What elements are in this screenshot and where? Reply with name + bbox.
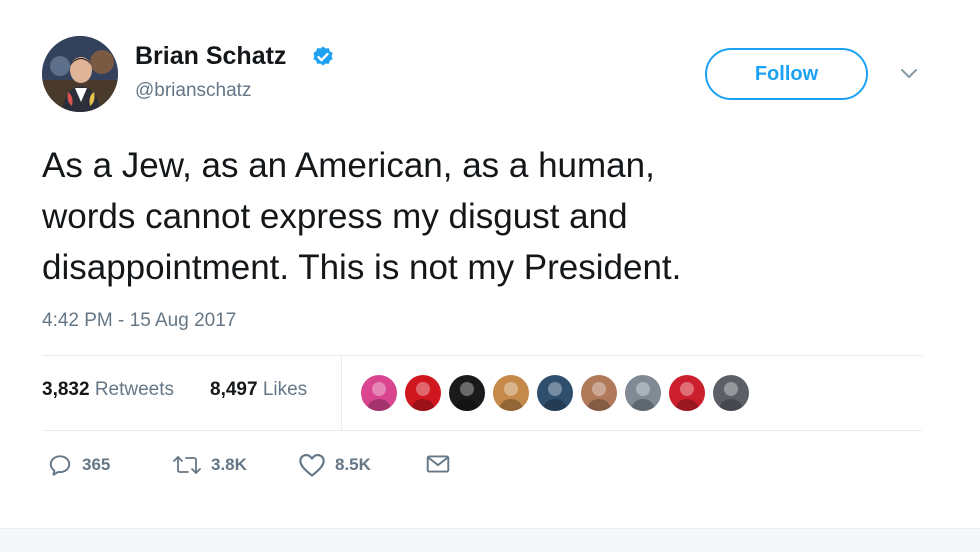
stats-separator	[341, 356, 342, 430]
retweets-label: Retweets	[94, 379, 175, 400]
tweet-card: Brian Schatz @brianschatz Follow As a Je…	[0, 0, 980, 528]
author-handle[interactable]: @brianschatz	[135, 80, 251, 102]
envelope-icon	[426, 455, 450, 473]
like-count: 8.5K	[335, 455, 371, 474]
tweet-line: words cannot express my disgust and	[42, 197, 628, 236]
direct-message-action[interactable]	[425, 452, 451, 476]
retweet-count: 3.8K	[211, 455, 247, 474]
reply-icon	[49, 455, 71, 476]
liker-avatar[interactable]	[711, 373, 751, 413]
reply-action[interactable]: 365	[47, 452, 110, 478]
divider	[42, 355, 922, 356]
follow-button[interactable]: Follow	[705, 48, 868, 100]
liker-avatar[interactable]	[623, 373, 663, 413]
tweet-line: disappointment. This is not my President…	[42, 248, 682, 287]
chevron-down-icon[interactable]	[898, 66, 920, 82]
retweets-count: 3,832	[42, 379, 90, 400]
tweet-timestamp[interactable]: 4:42 PM - 15 Aug 2017	[42, 310, 236, 332]
author-avatar[interactable]	[42, 36, 118, 112]
tweet-text: As a Jew, as an American, as a human, wo…	[42, 140, 942, 293]
liker-avatar[interactable]	[403, 373, 443, 413]
retweet-icon	[173, 456, 201, 474]
footer-band	[0, 528, 980, 552]
liker-avatar[interactable]	[491, 373, 531, 413]
like-action[interactable]: 8.5K	[298, 452, 371, 478]
likes-stat[interactable]: 8,497 Likes	[210, 379, 307, 401]
liker-avatar[interactable]	[359, 373, 399, 413]
avatar-photo	[42, 36, 118, 112]
heart-icon	[299, 454, 325, 477]
reply-count: 365	[82, 455, 111, 474]
retweets-stat[interactable]: 3,832 Retweets	[42, 379, 174, 401]
likes-count: 8,497	[210, 379, 258, 400]
liker-avatar[interactable]	[447, 373, 487, 413]
divider	[42, 430, 922, 431]
author-name[interactable]: Brian Schatz	[135, 42, 286, 71]
verified-badge-icon	[313, 46, 333, 66]
liker-avatar[interactable]	[535, 373, 575, 413]
liker-avatar[interactable]	[579, 373, 619, 413]
retweet-action[interactable]: 3.8K	[172, 452, 247, 478]
tweet-line: As a Jew, as an American, as a human,	[42, 146, 655, 185]
likes-label: Likes	[262, 379, 308, 400]
liker-avatar[interactable]	[667, 373, 707, 413]
